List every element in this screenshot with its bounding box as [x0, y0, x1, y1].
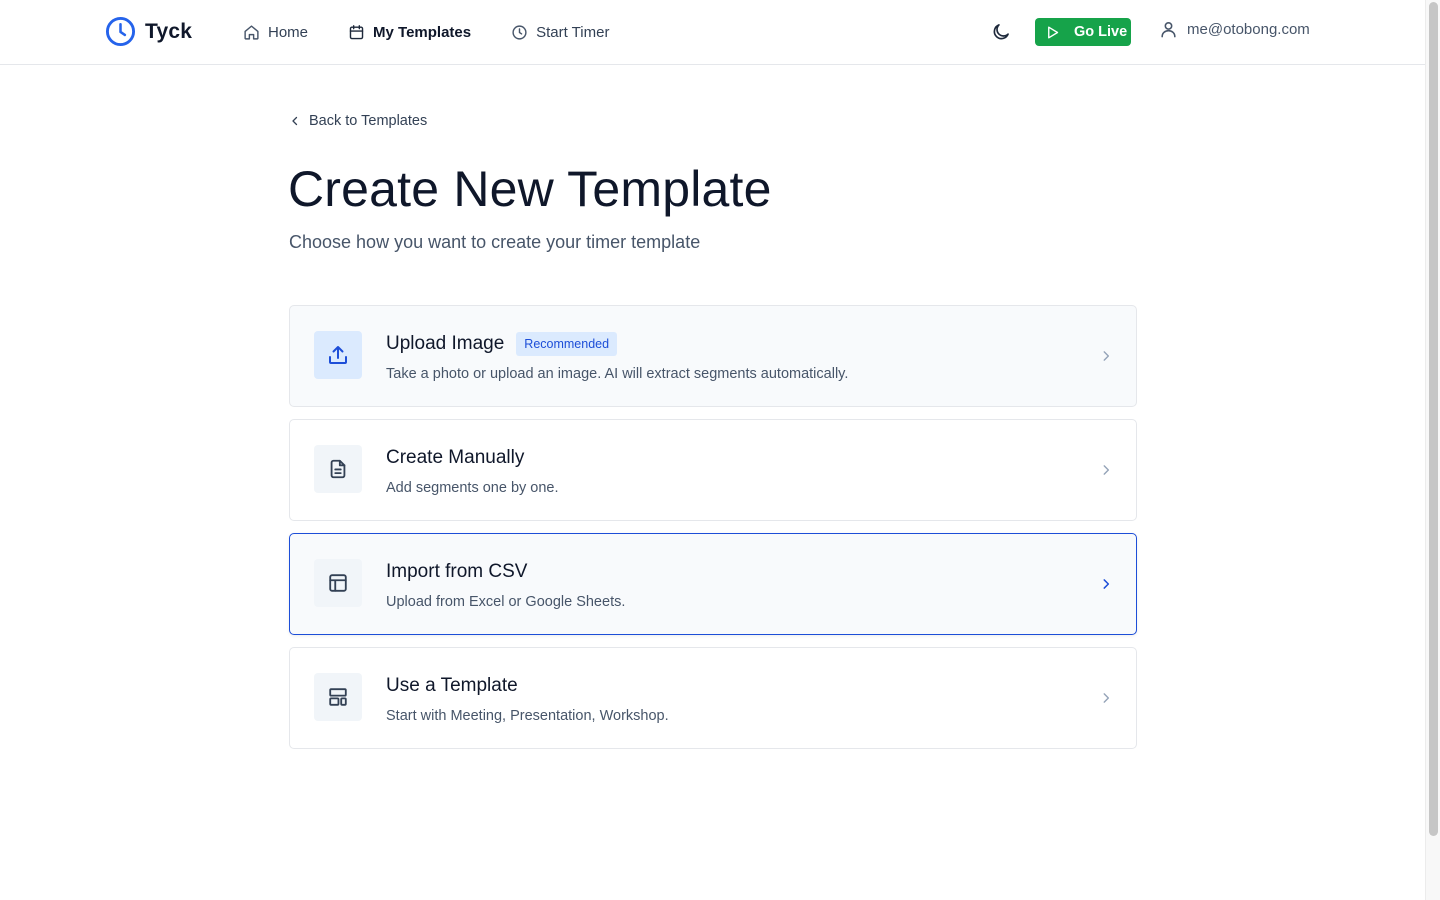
nav-start-timer[interactable]: Start Timer [511, 20, 609, 44]
option-use-template[interactable]: Use a Template Start with Meeting, Prese… [289, 647, 1137, 749]
chevron-right-icon [1096, 688, 1116, 708]
brand-name: Tyck [145, 19, 193, 43]
option-csv-text: Import from CSV Upload from Excel or Goo… [386, 558, 625, 610]
scrollbar-thumb[interactable] [1429, 2, 1438, 836]
moon-icon [993, 24, 1009, 40]
option-upload-image[interactable]: Upload Image Recommended Take a photo or… [289, 305, 1137, 407]
nav-my-templates[interactable]: My Templates [348, 20, 471, 44]
document-icon-tile [314, 445, 362, 493]
chevron-left-icon [292, 116, 298, 126]
user-menu[interactable]: me@otobong.com [1159, 20, 1310, 39]
page-scrollbar[interactable] [1425, 0, 1440, 900]
nav-my-templates-label: My Templates [373, 23, 472, 41]
user-email: me@otobong.com [1187, 21, 1310, 38]
user-icon [1161, 21, 1176, 38]
option-manual-text: Create Manually Add segments one by one. [386, 444, 559, 496]
go-live-label: Go Live [1074, 24, 1128, 40]
upload-icon-tile [314, 331, 362, 379]
table-icon [329, 574, 347, 592]
home-icon [244, 24, 259, 40]
chevron-right-icon [1096, 574, 1116, 594]
nav-start-timer-label: Start Timer [536, 23, 610, 41]
chevron-right-icon [1096, 346, 1116, 366]
option-description: Take a photo or upload an image. AI will… [386, 366, 849, 382]
option-upload-text: Upload Image Recommended Take a photo or… [386, 330, 848, 382]
brand-logo[interactable]: Tyck [105, 16, 192, 47]
upload-icon [329, 346, 347, 364]
chevron-right-icon [1096, 460, 1116, 480]
nav-home-label: Home [268, 23, 309, 41]
play-icon [1048, 26, 1059, 38]
option-title: Create Manually [386, 447, 525, 468]
page-subtitle: Choose how you want to create your timer… [289, 232, 701, 252]
nav-home[interactable]: Home [243, 20, 308, 44]
option-import-csv[interactable]: Import from CSV Upload from Excel or Goo… [289, 533, 1137, 635]
page-title: Create New Template [288, 161, 772, 217]
go-live-button[interactable]: Go Live [1035, 18, 1131, 46]
timer-clock-icon [512, 24, 527, 40]
theme-toggle-button[interactable] [988, 19, 1014, 45]
option-description: Start with Meeting, Presentation, Worksh… [386, 708, 669, 724]
layout-icon-tile [314, 673, 362, 721]
option-template-text: Use a Template Start with Meeting, Prese… [386, 672, 669, 724]
document-icon [330, 459, 346, 479]
option-description: Add segments one by one. [386, 480, 559, 496]
back-label: Back to Templates [309, 113, 428, 129]
option-title: Use a Template [386, 675, 518, 696]
main-nav: Home My Templates Start Timer [243, 20, 649, 44]
option-title: Upload Image [386, 333, 505, 354]
option-create-manually[interactable]: Create Manually Add segments one by one. [289, 419, 1137, 521]
clock-icon [105, 16, 136, 47]
recommended-badge: Recommended [516, 332, 618, 356]
option-description: Upload from Excel or Google Sheets. [386, 594, 626, 610]
option-title: Import from CSV [386, 561, 528, 582]
calendar-icon [349, 24, 364, 39]
table-icon-tile [314, 559, 362, 607]
layout-icon [329, 688, 347, 706]
top-navigation-bar: Tyck Home My Templates Start Timer Go Li… [0, 0, 1425, 65]
back-to-templates-link[interactable]: Back to Templates [289, 113, 427, 129]
